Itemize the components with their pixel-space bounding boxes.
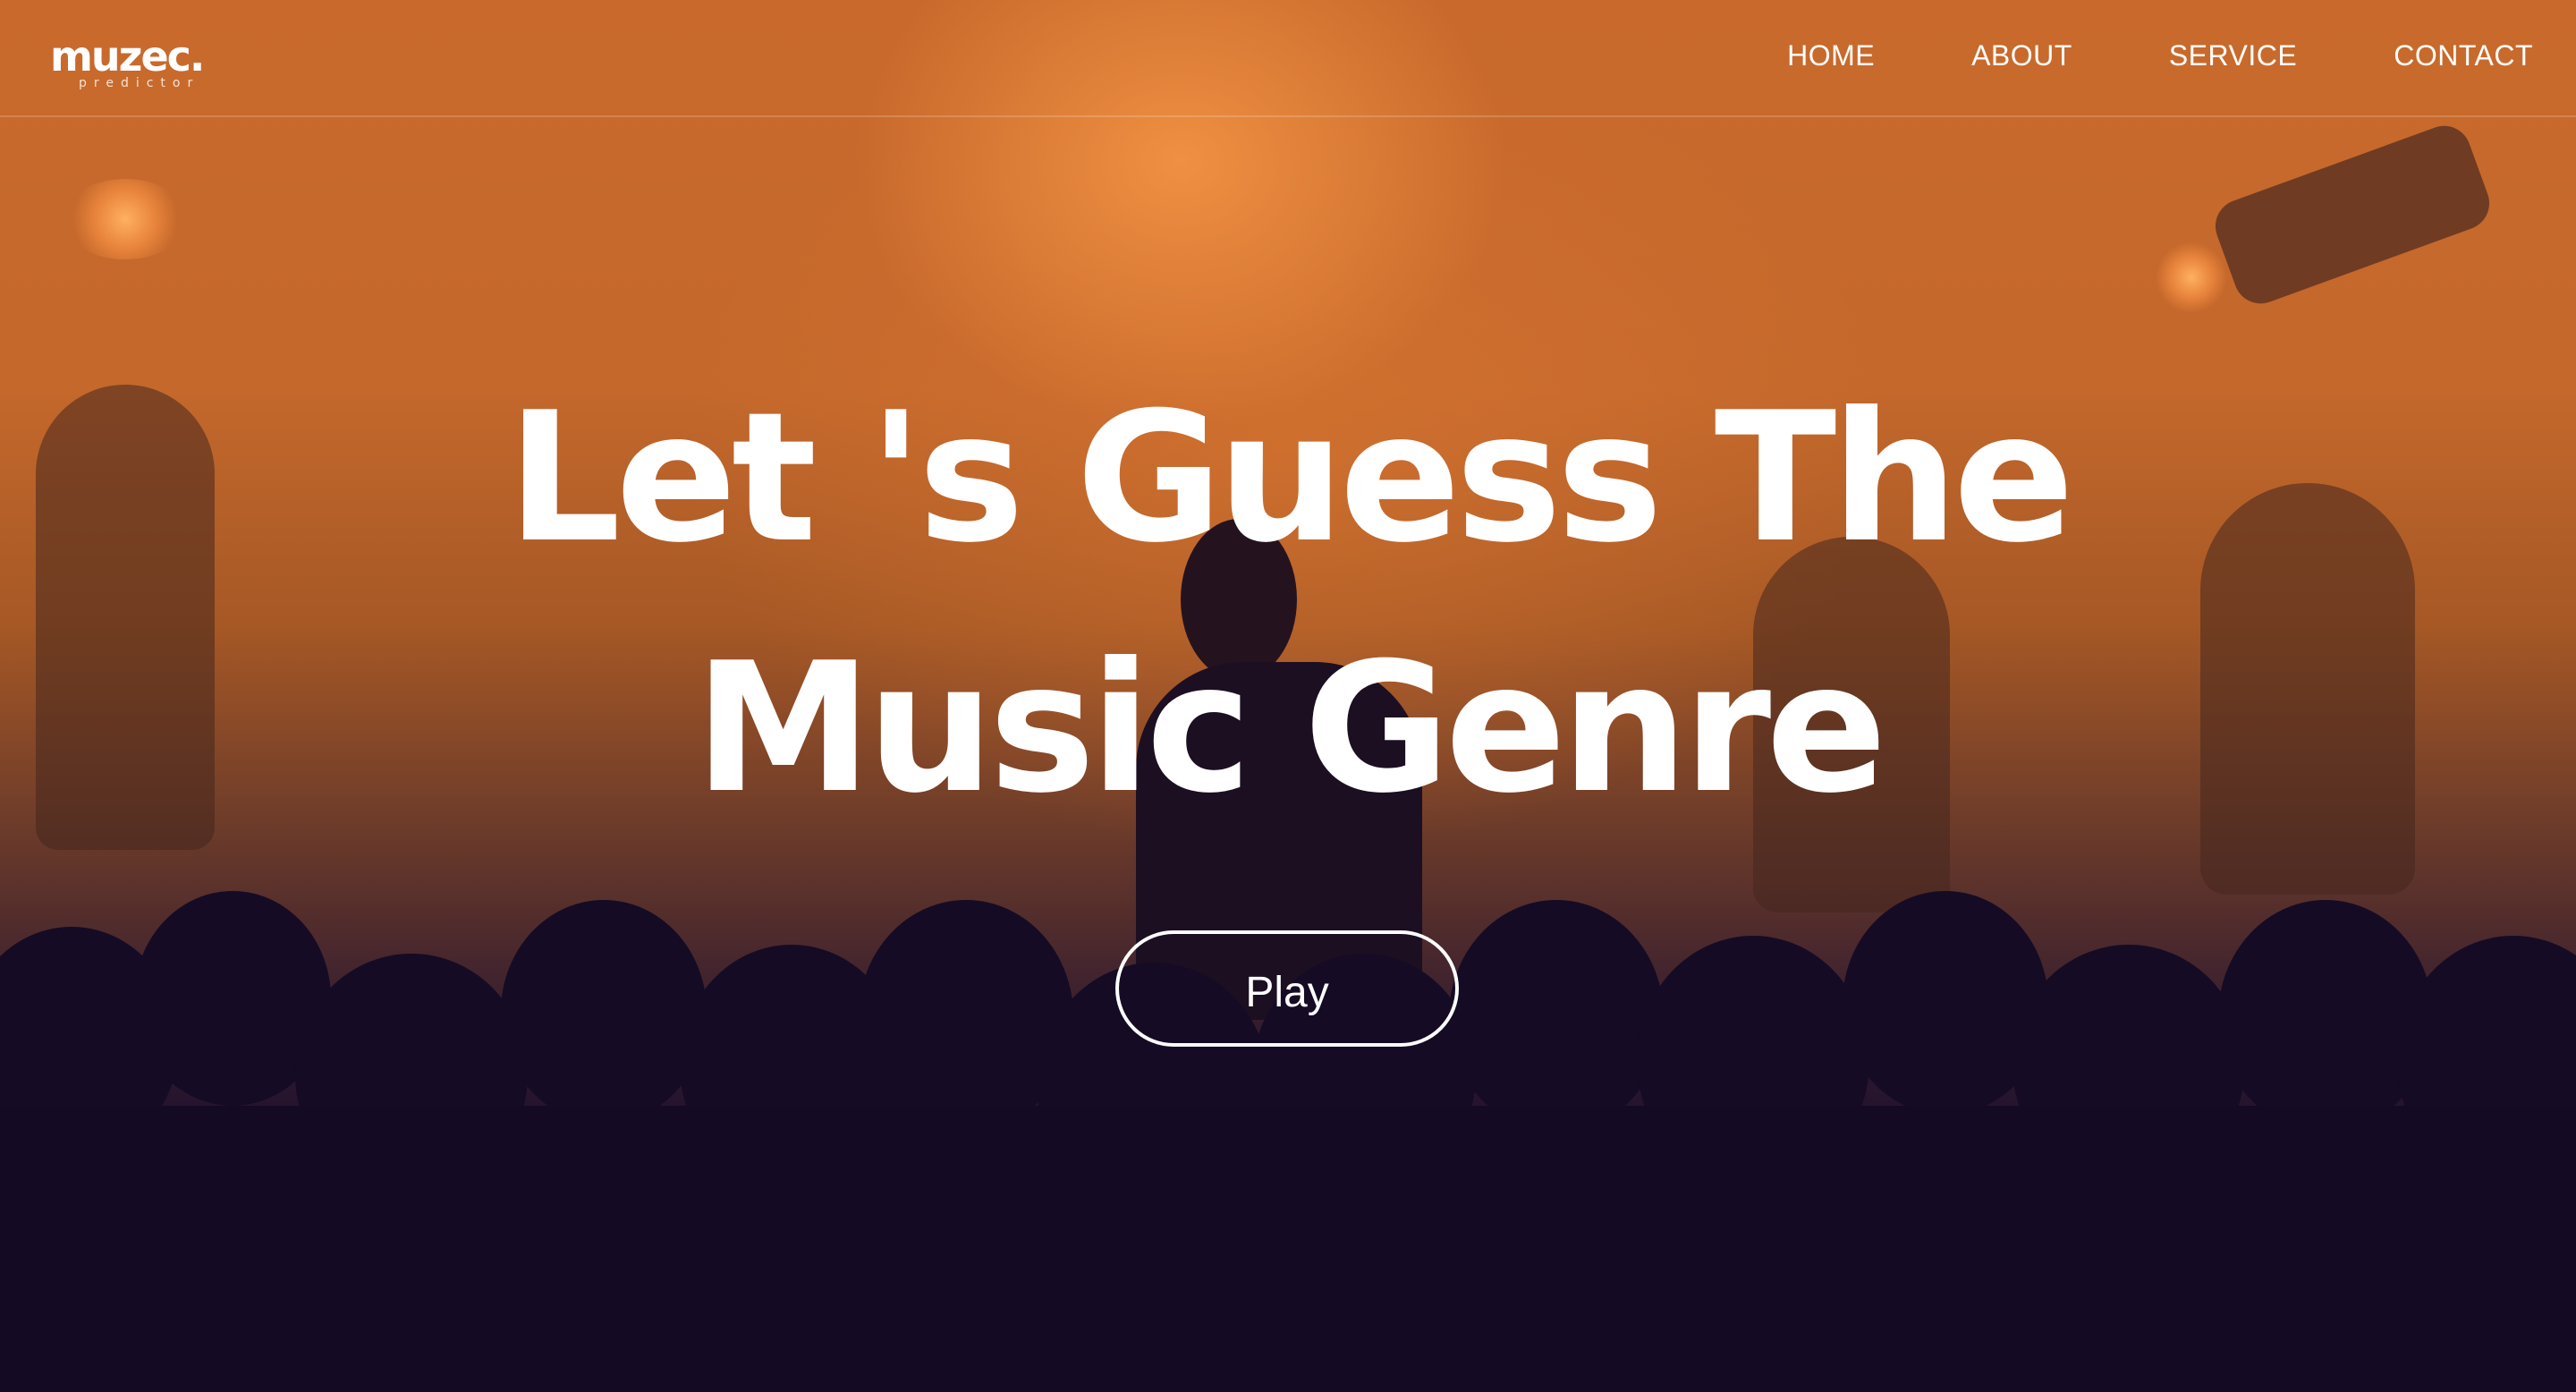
play-button[interactable]: Play [1115,930,1459,1047]
hero-section: Let 's Guess The Music Genre Play [0,0,2576,1392]
brand-logo[interactable]: muzec. predictor [50,34,229,97]
nav-link-home[interactable]: HOME [1787,38,1875,73]
nav-link-service[interactable]: SERVICE [2169,38,2297,73]
brand-name: muzec. [50,32,205,81]
hero-title-line-2: Music Genre [694,624,1887,833]
site-header: muzec. predictor HOME ABOUT SERVICE CONT… [0,0,2576,117]
nav-link-about[interactable]: ABOUT [1971,38,2072,73]
main-nav: HOME ABOUT SERVICE CONTACT [1690,38,2533,73]
nav-link-contact[interactable]: CONTACT [2394,38,2533,73]
hero-title-line-1: Let 's Guess The [506,374,2075,582]
brand-tagline: predictor [79,76,200,90]
